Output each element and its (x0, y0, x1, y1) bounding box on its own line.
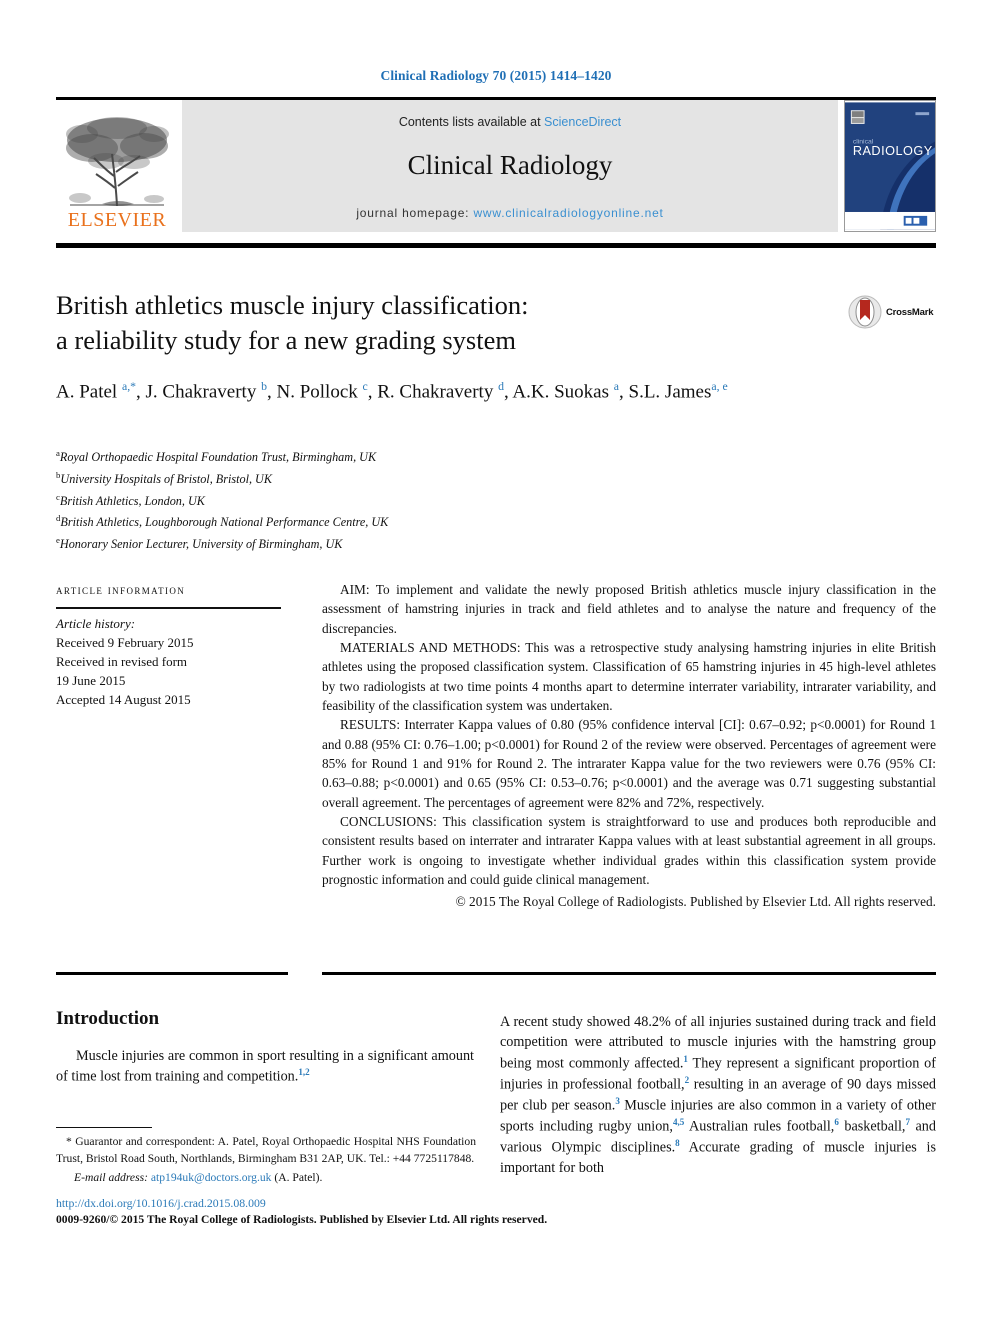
homepage-prefix: journal homepage: (356, 206, 474, 220)
introduction-text-right: A recent study showed 48.2% of all injur… (500, 1012, 936, 1178)
abstract-block: AIM: To implement and validate the newly… (322, 580, 936, 911)
svg-text:RADIOLOGY: RADIOLOGY (853, 143, 933, 158)
crossmark-icon (848, 295, 882, 329)
affiliation-text: Honorary Senior Lecturer, University of … (59, 537, 343, 552)
elsevier-wordmark: ELSEVIER (67, 209, 167, 231)
affiliation-text: Royal Orthopaedic Hospital Foundation Tr… (59, 450, 377, 465)
affiliation-text: British Athletics, London, UK (59, 493, 205, 508)
affiliation-item: cBritish Athletics, London, UK (56, 490, 656, 512)
affiliation-item: bUniversity Hospitals of Bristol, Bristo… (56, 468, 656, 490)
body-divider-left (56, 972, 288, 975)
affiliation-item: aRoyal Orthopaedic Hospital Foundation T… (56, 446, 656, 468)
author-list: A. Patel a,*, J. Chakraverty b, N. Pollo… (56, 380, 728, 403)
homepage-url-link[interactable]: www.clinicalradiologyonline.net (473, 206, 663, 220)
abstract-materials-and-methods: MATERIALS AND METHODS: This was a retros… (322, 640, 936, 714)
title-top-rule (56, 243, 936, 248)
affiliation-text: British Athletics, Loughborough National… (60, 515, 389, 530)
article-history-line: Received 9 February 2015 (56, 634, 194, 650)
footnote-rule (56, 1127, 152, 1129)
journal-cover-thumbnail: clinical RADIOLOGY (844, 100, 936, 232)
body-column-right: A recent study showed 48.2% of all injur… (500, 1012, 936, 1178)
body-divider-right (322, 972, 936, 975)
journal-article-page: Clinical Radiology 70 (2015) 1414–1420 E… (0, 0, 992, 1323)
article-history: Article history: Received 9 February 201… (56, 615, 288, 710)
email-link[interactable]: atp194uk@doctors.org.uk (151, 1171, 272, 1184)
title-line-2: a reliability study for a new grading sy… (56, 324, 516, 355)
affiliation-item: dBritish Athletics, Loughborough Nationa… (56, 511, 656, 533)
cover-artwork: clinical RADIOLOGY (845, 102, 935, 230)
sciencedirect-band: Contents lists available at ScienceDirec… (182, 100, 838, 232)
contents-prefix: Contents lists available at (398, 115, 545, 129)
article-history-line: Accepted 14 August 2015 (56, 691, 191, 707)
elsevier-logo: ELSEVIER (56, 100, 178, 232)
paragraph: Muscle injuries are common in sport resu… (56, 1048, 474, 1086)
issn-copyright-line: 0009-9260/© 2015 The Royal College of Ra… (56, 1213, 548, 1226)
correspondence-note: * Guarantor and correspondent: A. Patel,… (56, 1135, 476, 1165)
affiliation-list: aRoyal Orthopaedic Hospital Foundation T… (56, 446, 656, 555)
article-information-rule (56, 607, 281, 609)
crossmark-label: CrossMark (886, 306, 934, 318)
contents-available-text: Contents lists available at ScienceDirec… (182, 115, 838, 129)
sciencedirect-link[interactable]: ScienceDirect (544, 115, 621, 129)
page-title: British athletics muscle injury classifi… (56, 288, 796, 358)
crossmark-badge[interactable]: CrossMark (848, 292, 934, 332)
affiliation-item: eHonorary Senior Lecturer, University of… (56, 533, 656, 555)
section-heading-introduction: Introduction (56, 1008, 160, 1029)
journal-title: Clinical Radiology (407, 150, 613, 180)
article-history-line: Received in revised form (56, 653, 188, 669)
title-line-1: British athletics muscle injury classifi… (56, 290, 529, 320)
paragraph: A recent study showed 48.2% of all injur… (500, 1014, 937, 1176)
body-column-left: Introduction Muscle injuries are common … (56, 1008, 474, 1087)
article-history-line: 19 June 2015 (56, 672, 126, 688)
email-label: E-mail address: (74, 1171, 148, 1185)
abstract-conclusions: CONCLUSIONS: This classification system … (322, 814, 936, 888)
article-history-label: Article history: (56, 616, 136, 631)
affiliation-text: University Hospitals of Bristol, Bristol… (60, 471, 272, 486)
email-owner: (A. Patel). (274, 1171, 323, 1185)
elsevier-tree-icon (66, 117, 169, 207)
running-head-citation: Clinical Radiology 70 (2015) 1414–1420 (380, 68, 612, 83)
email-note: E-mail address: atp194uk@doctors.org.uk … (56, 1170, 476, 1187)
journal-masthead: ELSEVIER Contents lists available at Sci… (56, 100, 936, 232)
abstract-results: RESULTS: Interrater Kappa values of 0.80… (322, 717, 936, 810)
article-information-block: article information Article history: Rec… (56, 583, 288, 710)
abstract-copyright: © 2015 The Royal College of Radiologists… (455, 893, 936, 909)
abstract-aim: AIM: To implement and validate the newly… (322, 582, 936, 636)
introduction-text-left: Muscle injuries are common in sport resu… (56, 1046, 474, 1087)
footnote-block: * Guarantor and correspondent: A. Patel,… (56, 1134, 476, 1187)
article-information-heading: article information (56, 583, 186, 597)
doi-link[interactable]: http://dx.doi.org/10.1016/j.crad.2015.08… (56, 1196, 556, 1211)
journal-homepage-line: journal homepage: www.clinicalradiologyo… (182, 206, 838, 220)
